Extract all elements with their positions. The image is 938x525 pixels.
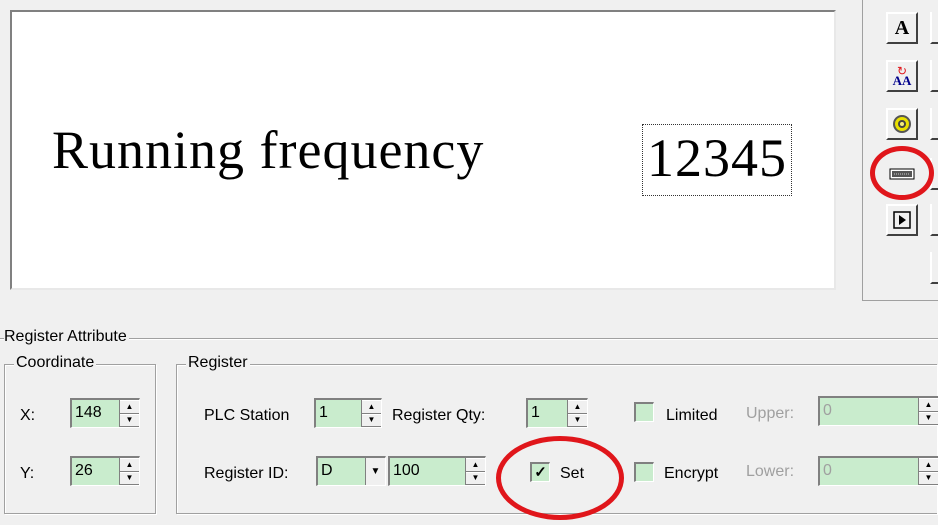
register-qty-label: Register Qty: xyxy=(392,407,486,424)
x-coordinate-value[interactable]: 148 xyxy=(72,400,119,427)
toolbar-column2-button[interactable] xyxy=(930,60,938,92)
toolbar-column2-button[interactable] xyxy=(930,204,938,236)
spin-up-icon[interactable]: ▲ xyxy=(466,458,485,472)
y-coordinate-value[interactable]: 26 xyxy=(72,458,119,485)
upper-limit-value[interactable]: 0 xyxy=(820,398,918,425)
lamp-tool-icon xyxy=(893,115,911,133)
spin-up-icon[interactable]: ▲ xyxy=(919,398,938,412)
toolbar-column2-button[interactable] xyxy=(930,108,938,140)
encrypt-label[interactable]: Encrypt xyxy=(664,464,718,484)
plc-station-label: PLC Station xyxy=(204,407,290,424)
swap-text-tool-button[interactable]: ↻ AA xyxy=(886,60,918,92)
chevron-down-icon[interactable]: ▼ xyxy=(365,458,385,485)
swap-text-tool-icon: ↻ AA xyxy=(892,64,912,88)
lower-label: Lower: xyxy=(746,463,795,480)
register-id-number-spinner[interactable]: 100 ▲ ▼ xyxy=(388,456,486,486)
register-qty-spin-buttons[interactable]: ▲ ▼ xyxy=(567,400,587,427)
register-id-type-value[interactable]: D xyxy=(318,458,365,485)
register-qty-spinner[interactable]: 1 ▲ ▼ xyxy=(526,398,588,428)
register-id-number-value[interactable]: 100 xyxy=(390,458,465,485)
spin-down-icon[interactable]: ▼ xyxy=(466,471,485,485)
text-tool-icon: A xyxy=(894,16,910,39)
coordinate-group-title: Coordinate xyxy=(14,354,97,372)
lower-limit-value[interactable]: 0 xyxy=(820,458,918,485)
spin-down-icon[interactable]: ▼ xyxy=(362,413,381,427)
y-coordinate-spinner[interactable]: 26 ▲ ▼ xyxy=(70,456,140,486)
preview-label-text[interactable]: Running frequency xyxy=(52,120,484,180)
spin-up-icon[interactable]: ▲ xyxy=(568,400,587,414)
plc-station-spinner[interactable]: 1 ▲ ▼ xyxy=(314,398,382,428)
spin-up-icon[interactable]: ▲ xyxy=(362,400,381,414)
register-id-type-dropdown[interactable]: D ▼ xyxy=(316,456,386,486)
limited-checkbox[interactable] xyxy=(634,402,654,422)
register-attribute-divider xyxy=(0,338,938,340)
spin-down-icon[interactable]: ▼ xyxy=(120,471,139,485)
x-coordinate-spinner[interactable]: 148 ▲ ▼ xyxy=(70,398,140,428)
upper-limit-spinner[interactable]: 0 ▲ ▼ xyxy=(818,396,938,426)
register-attribute-editor: { "preview": { "label": "Running frequen… xyxy=(0,0,938,525)
play-button-tool-icon xyxy=(893,211,911,229)
plc-station-spin-buttons[interactable]: ▲ ▼ xyxy=(361,400,381,427)
highlight-circle-toolbar xyxy=(870,146,934,200)
highlight-circle-set xyxy=(496,436,624,520)
text-tool-button[interactable]: A xyxy=(886,12,918,44)
register-id-number-spin-buttons[interactable]: ▲ ▼ xyxy=(465,458,485,485)
spin-up-icon[interactable]: ▲ xyxy=(919,458,938,472)
spin-down-icon[interactable]: ▼ xyxy=(568,413,587,427)
x-coordinate-spin-buttons[interactable]: ▲ ▼ xyxy=(119,400,139,427)
lower-limit-spinner[interactable]: 0 ▲ ▼ xyxy=(818,456,938,486)
coordinate-group xyxy=(4,364,156,514)
spin-down-icon[interactable]: ▼ xyxy=(919,411,938,425)
toolbar-column2-button[interactable] xyxy=(930,252,938,284)
preview-register-value[interactable]: 12345 xyxy=(642,124,792,196)
upper-limit-spin-buttons[interactable]: ▲ ▼ xyxy=(918,398,938,425)
lower-limit-spin-buttons[interactable]: ▲ ▼ xyxy=(918,458,938,485)
register-id-label: Register ID: xyxy=(204,465,289,482)
spin-up-icon[interactable]: ▲ xyxy=(120,400,139,414)
spin-down-icon[interactable]: ▼ xyxy=(919,471,938,485)
spin-down-icon[interactable]: ▼ xyxy=(120,413,139,427)
encrypt-checkbox[interactable] xyxy=(634,462,654,482)
lamp-tool-button[interactable] xyxy=(886,108,918,140)
limited-label[interactable]: Limited xyxy=(666,406,718,426)
x-label: X: xyxy=(20,407,36,424)
register-group-title: Register xyxy=(186,354,250,372)
plc-station-value[interactable]: 1 xyxy=(316,400,361,427)
toolbar-column2-button[interactable] xyxy=(930,12,938,44)
register-qty-value[interactable]: 1 xyxy=(528,400,567,427)
spin-up-icon[interactable]: ▲ xyxy=(120,458,139,472)
y-coordinate-spin-buttons[interactable]: ▲ ▼ xyxy=(119,458,139,485)
y-label: Y: xyxy=(20,465,35,482)
upper-label: Upper: xyxy=(746,405,795,422)
register-attribute-title: Register Attribute xyxy=(4,328,129,346)
play-button-tool-button[interactable] xyxy=(886,204,918,236)
